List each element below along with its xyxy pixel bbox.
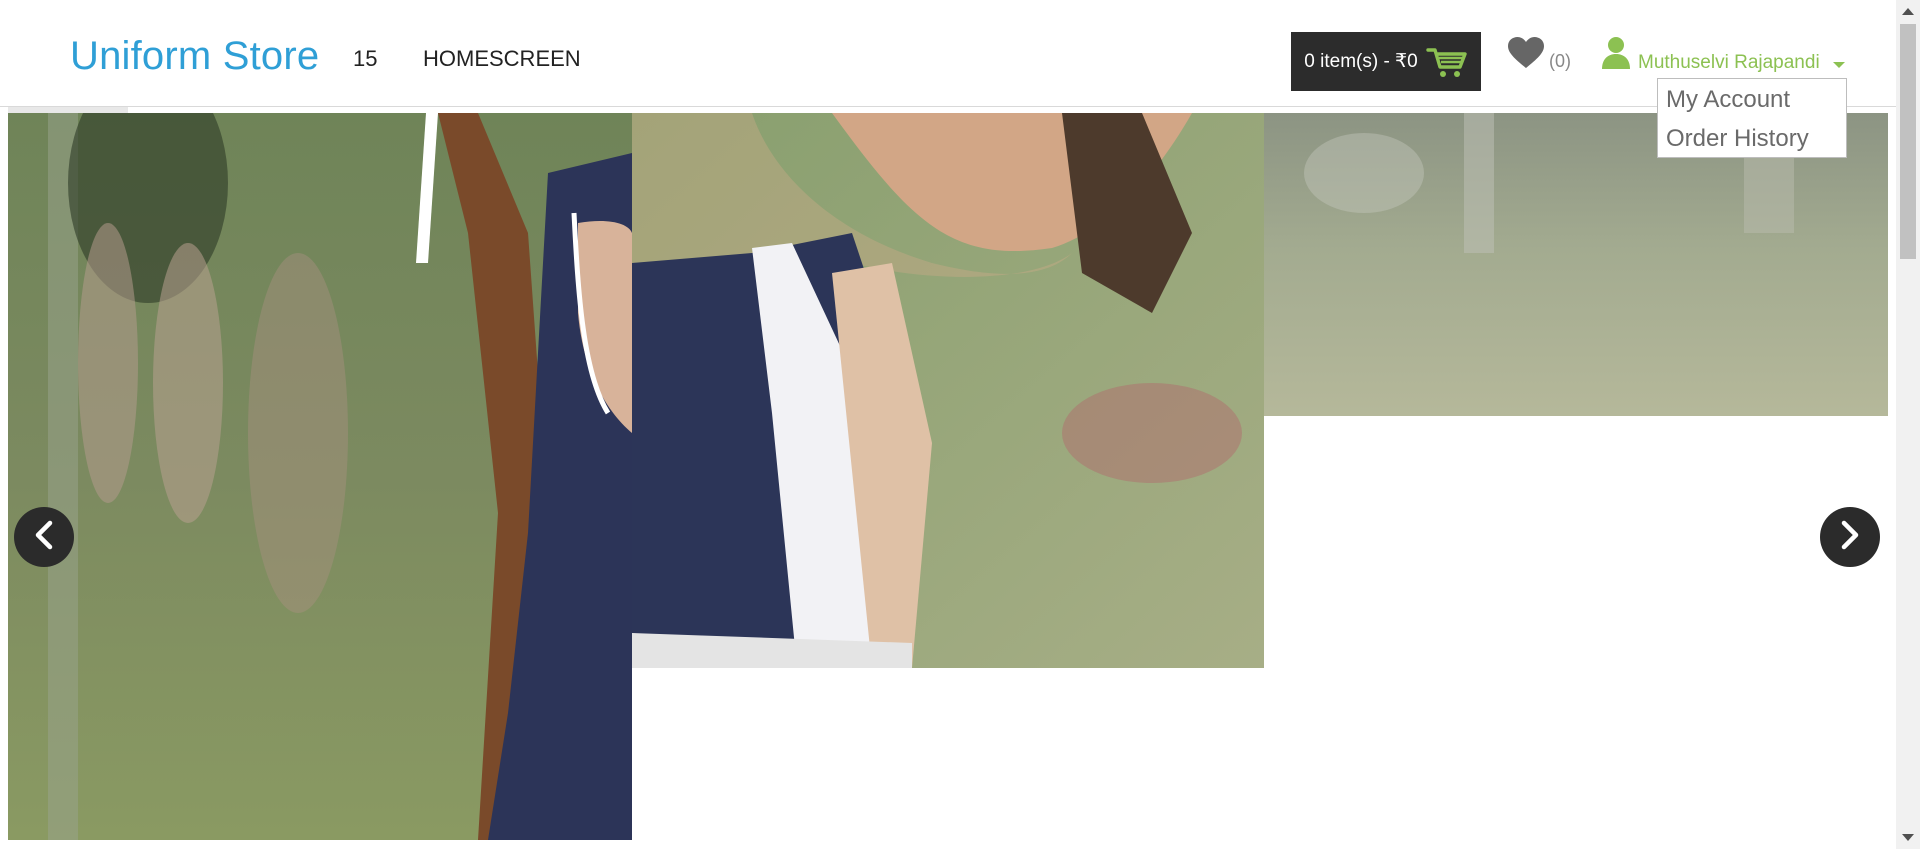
vertical-scrollbar[interactable] (1896, 0, 1920, 849)
user-icon (1601, 36, 1631, 75)
chevron-down-icon (1832, 61, 1845, 68)
chevron-right-icon (1838, 520, 1862, 555)
scroll-up-arrow-icon[interactable] (1902, 8, 1914, 15)
scroll-down-arrow-icon[interactable] (1902, 834, 1914, 841)
scroll-thumb[interactable] (1900, 24, 1916, 259)
wishlist-link[interactable]: (0) (1507, 36, 1571, 75)
page: Uniform Store 15 HOMESCREEN 0 item(s) - … (0, 0, 1920, 849)
site-header: Uniform Store 15 HOMESCREEN 0 item(s) - … (0, 0, 1896, 107)
cart-icon (1426, 45, 1468, 79)
menu-item-my-account[interactable]: My Account (1658, 79, 1846, 118)
nav-item-15[interactable]: 15 (353, 46, 377, 72)
hero-slider (8, 113, 1888, 840)
slide-image-center (632, 113, 1264, 668)
wishlist-count: (0) (1549, 51, 1571, 71)
user-menu-toggle[interactable]: Muthuselvi Rajapandi (1601, 36, 1845, 75)
cart-button[interactable]: 0 item(s) - ₹0 (1291, 32, 1481, 91)
menu-item-order-history[interactable]: Order History (1658, 118, 1846, 157)
user-name: Muthuselvi Rajapandi (1638, 51, 1820, 73)
user-dropdown-menu: My Account Order History (1657, 78, 1847, 158)
heart-icon (1507, 36, 1545, 75)
cart-label: 0 item(s) - ₹0 (1304, 51, 1418, 72)
slide-image-left (8, 113, 632, 840)
chevron-left-icon (32, 520, 56, 555)
slider-prev-button[interactable] (14, 507, 74, 567)
slider-next-button[interactable] (1820, 507, 1880, 567)
store-logo[interactable]: Uniform Store (70, 34, 319, 79)
nav-item-homescreen[interactable]: HOMESCREEN (423, 46, 581, 72)
slide-image-right (1264, 113, 1888, 416)
